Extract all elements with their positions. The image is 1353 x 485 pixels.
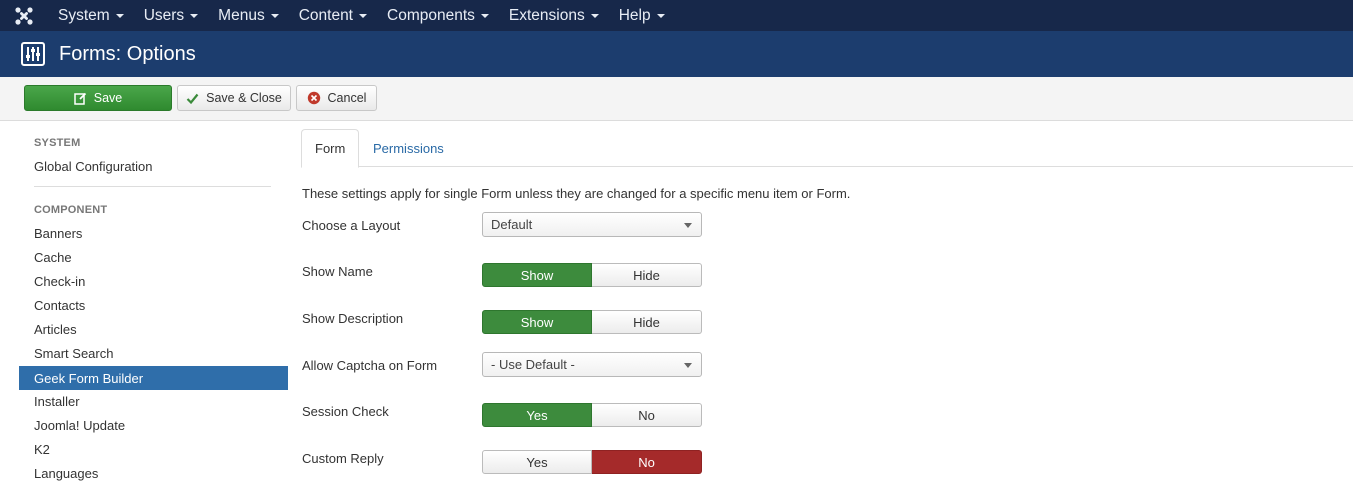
caret-down-icon — [656, 13, 665, 18]
sidebar-item-geek-form-builder[interactable]: Geek Form Builder — [19, 366, 288, 390]
cancel-circle-icon — [307, 91, 320, 105]
show-name-label: Show Name — [302, 264, 373, 279]
show-description-label: Show Description — [302, 311, 404, 326]
show-name-toggle: Show Hide — [482, 263, 702, 287]
page-title: Forms: Options — [59, 42, 196, 65]
menu-label: Help — [618, 6, 651, 24]
save-close-button[interactable]: Save & Close — [177, 85, 291, 111]
menu-menus[interactable]: Menus — [208, 0, 289, 31]
session-check-yes-option[interactable]: Yes — [482, 403, 592, 427]
dropdown-arrow-icon — [684, 363, 692, 368]
custom-reply-no-option[interactable]: No — [592, 450, 702, 474]
tab-permissions[interactable]: Permissions — [360, 129, 457, 167]
captcha-label: Allow Captcha on Form — [302, 358, 438, 373]
menu-label: Components — [387, 6, 475, 24]
show-description-toggle: Show Hide — [482, 310, 702, 334]
menu-label: Extensions — [508, 6, 585, 24]
show-description-show-option[interactable]: Show — [482, 310, 592, 334]
menu-system[interactable]: System — [48, 0, 134, 31]
menu-users[interactable]: Users — [134, 0, 208, 31]
sidebar-item-contacts[interactable]: Contacts — [19, 293, 288, 317]
cancel-label: Cancel — [327, 91, 367, 105]
session-check-toggle: Yes No — [482, 403, 702, 427]
show-description-hide-option[interactable]: Hide — [592, 310, 702, 334]
sidebar-item-languages[interactable]: Languages — [19, 461, 288, 485]
layout-select[interactable]: Default — [482, 212, 702, 237]
custom-reply-toggle: Yes No — [482, 450, 702, 474]
caret-down-icon — [115, 13, 124, 18]
dropdown-arrow-icon — [684, 223, 692, 228]
sidebar-item-global-configuration[interactable]: Global Configuration — [19, 154, 288, 178]
menu-components[interactable]: Components — [377, 0, 499, 31]
edit-icon — [74, 92, 86, 105]
tab-form[interactable]: Form — [301, 129, 360, 168]
caret-down-icon — [590, 13, 599, 18]
show-name-hide-option[interactable]: Hide — [592, 263, 702, 287]
settings-description: These settings apply for single Form unl… — [302, 186, 851, 201]
sidebar-item-banners[interactable]: Banners — [19, 221, 288, 245]
layout-label: Choose a Layout — [302, 218, 401, 233]
caret-down-icon — [270, 13, 279, 18]
session-check-no-option[interactable]: No — [592, 403, 702, 427]
captcha-select[interactable]: - Use Default - — [482, 352, 702, 377]
sidebar-item-cache[interactable]: Cache — [19, 245, 288, 269]
captcha-select-value: - Use Default - — [491, 357, 575, 372]
joomla-logo-icon[interactable] — [0, 0, 48, 31]
options-tabs: Form Permissions — [301, 129, 1353, 168]
sidebar-divider — [34, 186, 271, 187]
save-button[interactable]: Save — [24, 85, 172, 111]
cancel-button[interactable]: Cancel — [296, 85, 377, 111]
custom-reply-yes-option[interactable]: Yes — [482, 450, 592, 474]
caret-down-icon — [190, 13, 199, 18]
show-name-show-option[interactable]: Show — [482, 263, 592, 287]
sidebar-heading-component: COMPONENT — [34, 204, 108, 216]
sidebar-item-smart-search[interactable]: Smart Search — [19, 341, 288, 365]
menu-label: Users — [143, 6, 185, 24]
layout-select-value: Default — [491, 217, 533, 232]
page-header: Forms: Options — [0, 31, 1353, 77]
menu-help[interactable]: Help — [609, 0, 675, 31]
session-check-label: Session Check — [302, 404, 389, 419]
caret-down-icon — [359, 13, 367, 18]
sidebar-heading-system: SYSTEM — [34, 137, 81, 149]
top-navbar: System Users Menus Content Components Ex… — [0, 0, 1353, 31]
menu-content[interactable]: Content — [289, 0, 377, 31]
menu-extensions[interactable]: Extensions — [499, 0, 609, 31]
menu-label: Menus — [218, 6, 265, 24]
save-label: Save — [93, 91, 123, 105]
sidebar-item-installer[interactable]: Installer — [19, 389, 288, 413]
custom-reply-label: Custom Reply — [302, 451, 384, 466]
sidebar-item-check-in[interactable]: Check-in — [19, 269, 288, 293]
menu-label: System — [58, 6, 110, 24]
toolbar: Save Save & Close Cancel — [0, 77, 1353, 121]
menu-label: Content — [298, 6, 353, 24]
save-close-label: Save & Close — [206, 91, 282, 105]
sidebar-item-k2[interactable]: K2 — [19, 437, 288, 461]
caret-down-icon — [480, 13, 489, 18]
check-icon — [186, 93, 199, 104]
options-sliders-icon — [21, 42, 45, 66]
sidebar-item-joomla-update[interactable]: Joomla! Update — [19, 413, 288, 437]
sidebar-item-articles[interactable]: Articles — [19, 317, 288, 341]
